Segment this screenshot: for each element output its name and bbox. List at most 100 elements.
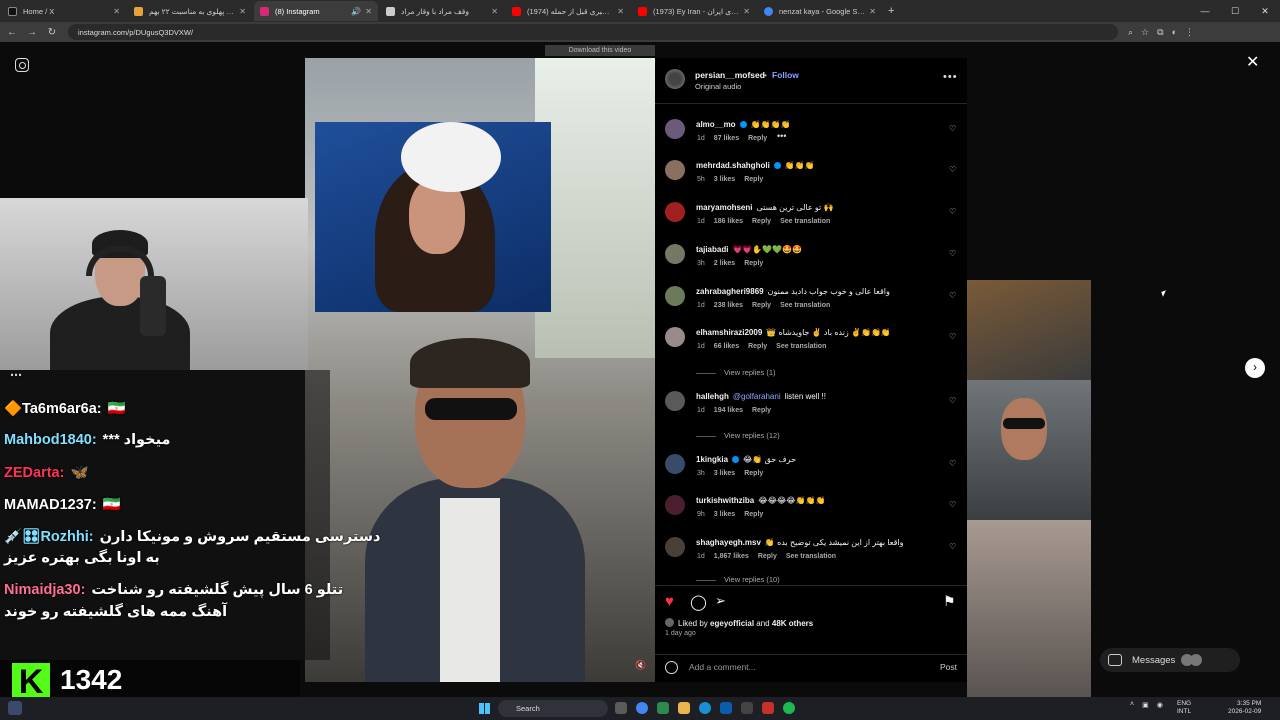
comment-like-heart-icon[interactable]: ♡ [949,396,956,405]
see-translation-link[interactable]: See translation [780,218,830,225]
close-modal-icon[interactable]: ✕ [1246,52,1259,72]
reply-button[interactable]: Reply [758,553,777,560]
reply-button[interactable]: Reply [744,470,763,477]
comment-more-icon[interactable]: ••• [777,131,786,141]
comment-like-heart-icon[interactable]: ♡ [949,207,956,216]
comment-like-heart-icon[interactable]: ♡ [949,124,956,133]
see-translation-link[interactable]: See translation [776,343,826,350]
new-tab-icon[interactable]: + [888,5,894,17]
comment-likes[interactable]: 1,867 likes [714,553,749,560]
browser-tab[interactable]: nenzat kaya - Google Search✕ [758,1,882,21]
task-view-icon[interactable] [615,702,627,714]
reload-icon[interactable]: ↻ [44,27,60,38]
audio-icon[interactable]: 🔊 [351,7,361,16]
comment-likes[interactable]: 66 likes [714,343,739,350]
see-translation-link[interactable]: See translation [786,553,836,560]
forward-icon[interactable]: → [24,27,40,38]
commenter-username[interactable]: tajiabadi [696,245,728,254]
commenter-avatar[interactable] [665,202,685,222]
spotify-icon[interactable] [783,702,795,714]
commenter-username[interactable]: mehrdad.shahgholi [696,161,770,170]
comment-like-heart-icon[interactable]: ♡ [949,542,956,551]
commenter-username[interactable]: 1kingkia [696,455,728,464]
app-icon[interactable] [657,702,669,714]
browser-tab-active[interactable]: (8) Instagram 🔊 ✕ [254,1,378,21]
widgets-icon[interactable] [8,701,22,715]
commenter-avatar[interactable] [665,119,685,139]
commenter-username[interactable]: turkishwithziba [696,496,754,505]
windows-start-icon[interactable] [479,703,490,714]
reply-button[interactable]: Reply [752,302,771,309]
menu-icon[interactable]: ⋮ [1185,27,1194,38]
mute-icon[interactable]: 🔇 [635,660,646,671]
maximize-icon[interactable]: ☐ [1220,0,1250,22]
tray-app-icon[interactable]: ▣ [1142,701,1149,709]
reply-button[interactable]: Reply [744,260,763,267]
comment-likes[interactable]: 238 likes [714,302,743,309]
post-comment-button[interactable]: Post [940,662,957,672]
heart-icon[interactable]: ♥ [665,593,674,610]
comment-like-heart-icon[interactable]: ♡ [949,459,956,468]
comment-like-heart-icon[interactable]: ♡ [949,291,956,300]
mail-icon[interactable] [720,702,732,714]
download-video-bar[interactable]: Download this video [545,45,655,56]
browser-tab[interactable]: (1974) سکوت خبری قبل از حمله! ✕ [506,1,630,21]
close-tab-icon[interactable]: ✕ [239,7,246,16]
comment-like-heart-icon[interactable]: ♡ [949,500,956,509]
close-window-icon[interactable]: ✕ [1250,0,1280,22]
reply-button[interactable]: Reply [744,511,763,518]
comment-likes[interactable]: 3 likes [714,470,735,477]
commenter-avatar[interactable] [665,495,685,515]
commenter-avatar[interactable] [665,537,685,557]
instagram-logo-icon[interactable] [15,58,29,72]
commenter-username[interactable]: zahrabagheri9869 [696,287,764,296]
reply-button[interactable]: Reply [752,407,771,414]
comment-likes[interactable]: 186 likes [714,218,743,225]
browser-tab[interactable]: (1973) Ey Iran - ای ایران (Arash... ✕ [632,1,756,21]
commenter-avatar[interactable] [665,160,685,180]
liker-username[interactable]: egeyofficial [710,619,754,628]
mention-link[interactable]: @golfarahani [733,392,781,401]
comment-likes[interactable]: 3 likes [714,511,735,518]
comment-likes[interactable]: 2 likes [714,260,735,267]
taskbar-search[interactable]: Search [498,700,608,717]
commenter-avatar[interactable] [665,286,685,306]
close-tab-icon[interactable]: ✕ [113,7,120,16]
commenter-avatar[interactable] [665,244,685,264]
app-icon[interactable] [762,702,774,714]
app-icon[interactable] [741,702,753,714]
star-icon[interactable]: ☆ [1141,27,1149,38]
chrome-icon[interactable] [636,702,648,714]
chevron-up-icon[interactable]: ˄ [1130,701,1134,709]
author-avatar[interactable] [665,69,685,89]
comment-likes[interactable]: 87 likes [714,135,739,142]
reply-button[interactable]: Reply [752,218,771,225]
commenter-username[interactable]: shaghayegh.msv [696,538,761,547]
close-tab-icon[interactable]: ✕ [491,7,498,16]
messages-button[interactable]: Messages [1100,648,1240,672]
browser-tab[interactable]: Home / X ✕ [2,1,126,21]
more-options-icon[interactable]: ••• [943,71,958,83]
bookmark-icon[interactable]: ⚑ [943,593,956,610]
browser-tab[interactable]: پیام تاج‌دار پهلوی به مناسبت ۲۲ بهم...✕ [128,1,252,21]
comment-like-heart-icon[interactable]: ♡ [949,332,956,341]
comment-like-heart-icon[interactable]: ♡ [949,249,956,258]
reply-button[interactable]: Reply [748,135,767,142]
comment-like-heart-icon[interactable]: ♡ [949,165,956,174]
commenter-avatar[interactable] [665,391,685,411]
follow-button[interactable]: Follow [772,70,799,80]
commenter-username[interactable]: almo__mo [696,120,736,129]
reply-button[interactable]: Reply [744,176,763,183]
browser-tab[interactable]: وقف مراد با وقار مراد ✕ [380,1,504,21]
view-replies-link[interactable]: View replies (1) [696,368,776,377]
edge-icon[interactable] [699,702,711,714]
close-tab-icon[interactable]: ✕ [743,7,750,16]
view-replies-link[interactable]: View replies (10) [696,575,780,584]
close-tab-icon[interactable]: ✕ [617,7,624,16]
back-icon[interactable]: ← [4,27,20,38]
taskbar-clock[interactable]: 3:35 PM 2026-02-09 [1228,700,1261,716]
comment-likes[interactable]: 194 likes [714,407,743,414]
reply-button[interactable]: Reply [748,343,767,350]
commenter-username[interactable]: elhamshirazi2009 [696,328,762,337]
author-username[interactable]: persian__mofsed [695,70,765,80]
